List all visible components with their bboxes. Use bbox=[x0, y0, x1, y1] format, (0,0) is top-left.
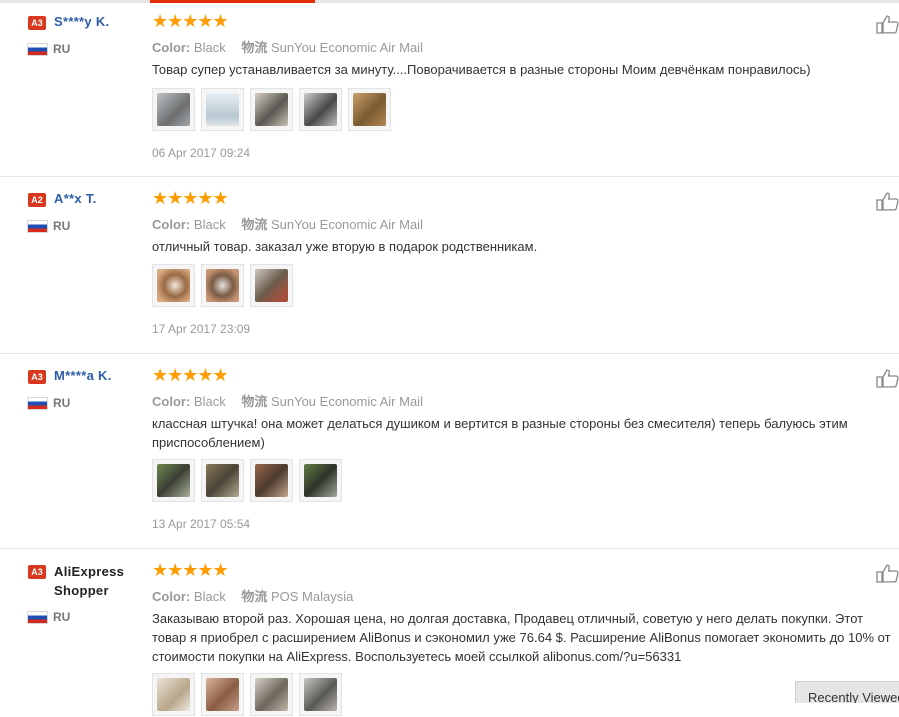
review-photos bbox=[152, 673, 348, 717]
color-label: Color: bbox=[152, 394, 191, 409]
shipping-value: POS Malaysia bbox=[270, 589, 354, 604]
russia-flag-icon bbox=[28, 398, 47, 409]
buyer-level-badge: A3 bbox=[28, 16, 46, 30]
shipping-label: 物流 bbox=[241, 217, 268, 232]
shipping-value: SunYou Economic Air Mail bbox=[270, 394, 423, 409]
thumbs-up-icon[interactable] bbox=[876, 14, 899, 34]
order-info: Color: Black 物流 SunYou Economic Air Mail bbox=[152, 214, 423, 233]
color-value: Black bbox=[193, 589, 226, 604]
recently-viewed-tab[interactable]: Recently Viewed bbox=[795, 681, 899, 703]
reviewer-country: RU bbox=[53, 42, 71, 56]
review-text: отличный товар. заказал уже вторую в под… bbox=[152, 239, 538, 254]
shipping-value: SunYou Economic Air Mail bbox=[270, 217, 423, 232]
shipping-label: 物流 bbox=[241, 589, 268, 604]
reviewer-country: RU bbox=[53, 396, 71, 410]
color-label: Color: bbox=[152, 40, 191, 55]
thumbs-up-icon[interactable] bbox=[876, 191, 899, 211]
tab-underline-bar bbox=[0, 0, 899, 3]
review-item: A2 A**x T. RU ★★★★★ Color: Black 物流 SunY… bbox=[0, 177, 899, 354]
review-photos bbox=[152, 264, 299, 308]
review-text: классная штучка! она может делаться души… bbox=[152, 416, 848, 450]
recently-viewed-label: Recently Viewed bbox=[808, 690, 899, 703]
review-date: 06 Apr 2017 09:24 bbox=[152, 146, 251, 160]
color-value: Black bbox=[193, 217, 226, 232]
buyer-level-badge: A3 bbox=[28, 370, 46, 384]
review-photos bbox=[152, 88, 397, 132]
color-label: Color: bbox=[152, 217, 191, 232]
review-photo[interactable] bbox=[201, 459, 244, 502]
russia-flag-icon bbox=[28, 612, 47, 623]
shipping-value: SunYou Economic Air Mail bbox=[270, 40, 423, 55]
review-photo[interactable] bbox=[250, 459, 293, 502]
shipping-label: 物流 bbox=[241, 394, 268, 409]
review-photo[interactable] bbox=[201, 673, 244, 716]
review-photo[interactable] bbox=[152, 459, 195, 502]
review-date: 17 Apr 2017 23:09 bbox=[152, 322, 251, 336]
russia-flag-icon bbox=[28, 221, 47, 232]
rating-stars: ★★★★★ bbox=[152, 365, 229, 385]
review-photo[interactable] bbox=[152, 88, 195, 131]
order-info: Color: Black 物流 POS Malaysia bbox=[152, 586, 353, 605]
review-item: A3 AliExpress Shopper RU ★★★★★ Color: Bl… bbox=[0, 549, 899, 716]
review-text: Заказываю второй раз. Хорошая цена, но д… bbox=[152, 611, 891, 664]
rating-stars: ★★★★★ bbox=[152, 560, 229, 580]
review-photo[interactable] bbox=[299, 88, 342, 131]
buyer-level-badge: A2 bbox=[28, 193, 46, 207]
reviewer-name[interactable]: AliExpress Shopper bbox=[54, 562, 144, 600]
thumbs-up-icon[interactable] bbox=[876, 368, 899, 388]
reviewer-name[interactable]: A**x T. bbox=[54, 191, 97, 206]
color-value: Black bbox=[193, 40, 226, 55]
review-photo[interactable] bbox=[201, 264, 244, 307]
review-photo[interactable] bbox=[348, 88, 391, 131]
reviewer-name[interactable]: M****a K. bbox=[54, 368, 112, 383]
review-photo[interactable] bbox=[152, 264, 195, 307]
review-photo[interactable] bbox=[250, 88, 293, 131]
review-item: A3 S****y K. RU ★★★★★ Color: Black 物流 Su… bbox=[0, 4, 899, 177]
review-photo[interactable] bbox=[152, 673, 195, 716]
review-photo[interactable] bbox=[299, 673, 342, 716]
rating-stars: ★★★★★ bbox=[152, 188, 229, 208]
buyer-level-badge: A3 bbox=[28, 565, 46, 579]
shipping-label: 物流 bbox=[241, 40, 268, 55]
order-info: Color: Black 物流 SunYou Economic Air Mail bbox=[152, 37, 423, 56]
color-value: Black bbox=[193, 394, 226, 409]
review-photos bbox=[152, 459, 348, 503]
reviewer-country: RU bbox=[53, 219, 71, 233]
review-date: 13 Apr 2017 05:54 bbox=[152, 517, 251, 531]
review-photo[interactable] bbox=[201, 88, 244, 131]
review-photo[interactable] bbox=[250, 264, 293, 307]
order-info: Color: Black 物流 SunYou Economic Air Mail bbox=[152, 391, 423, 410]
review-item: A3 M****a K. RU ★★★★★ Color: Black 物流 Su… bbox=[0, 354, 899, 549]
review-photo[interactable] bbox=[250, 673, 293, 716]
rating-stars: ★★★★★ bbox=[152, 11, 229, 31]
reviewer-name-text: AliExpress Shopper bbox=[54, 564, 125, 598]
color-label: Color: bbox=[152, 589, 191, 604]
review-text: Товар супер устанавливается за минуту...… bbox=[152, 62, 811, 77]
reviewer-country: RU bbox=[53, 610, 71, 624]
active-tab-indicator bbox=[150, 0, 315, 3]
review-photo[interactable] bbox=[299, 459, 342, 502]
reviewer-name[interactable]: S****y K. bbox=[54, 14, 109, 29]
russia-flag-icon bbox=[28, 44, 47, 55]
thumbs-up-icon[interactable] bbox=[876, 563, 899, 583]
